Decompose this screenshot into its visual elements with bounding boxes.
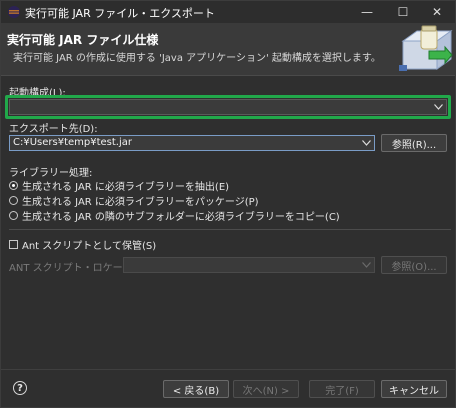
chevron-down-icon[interactable] xyxy=(432,100,444,114)
export-dest-value: C:¥Users¥temp¥test.jar xyxy=(13,137,133,148)
library-option-extract[interactable]: 生成される JAR に必須ライブラリーを抽出(E) xyxy=(9,178,230,193)
export-dest-combo[interactable]: C:¥Users¥temp¥test.jar xyxy=(9,135,375,151)
close-icon: ✕ xyxy=(431,5,443,19)
ant-script-row[interactable]: Ant スクリプトとして保管(S) xyxy=(9,237,157,252)
finish-button[interactable]: 完了(F) xyxy=(309,380,375,398)
radio-package[interactable] xyxy=(9,195,18,205)
radio-package-label: 生成される JAR に必須ライブラリーをパッケージ(P) xyxy=(22,196,259,208)
ant-script-checkbox[interactable] xyxy=(9,239,18,249)
header-divider xyxy=(1,75,455,76)
cancel-button[interactable]: キャンセル xyxy=(381,380,447,398)
title-bar[interactable]: 実行可能 JAR ファイル・エクスポート — ☐ ✕ xyxy=(1,1,455,23)
close-button[interactable]: ✕ xyxy=(419,1,455,23)
back-button[interactable]: < 戻る(B) xyxy=(163,380,229,398)
section-divider xyxy=(9,229,451,230)
browse-ant-button[interactable]: 参照(O)... xyxy=(381,256,447,274)
minimize-icon: — xyxy=(361,5,373,19)
wizard-header: 実行可能 JAR ファイル仕様 実行可能 JAR の作成に使用する 'Java … xyxy=(1,23,455,75)
eclipse-icon xyxy=(8,6,20,18)
page-title: 実行可能 JAR ファイル仕様 xyxy=(7,33,159,47)
launch-config-combo[interactable] xyxy=(9,99,447,115)
chevron-down-icon[interactable] xyxy=(360,258,372,272)
ant-script-checkbox-label: Ant スクリプトとして保管(S) xyxy=(22,240,157,252)
library-option-package[interactable]: 生成される JAR に必須ライブラリーをパッケージ(P) xyxy=(9,193,259,208)
radio-extract[interactable] xyxy=(9,180,18,190)
chevron-down-icon[interactable] xyxy=(360,136,372,150)
library-option-copy[interactable]: 生成される JAR の隣のサブフォルダーに必須ライブラリーをコピー(C) xyxy=(9,208,340,223)
jar-export-icon xyxy=(397,25,453,73)
next-button[interactable]: 次へ(N) > xyxy=(233,380,299,398)
ant-location-combo[interactable] xyxy=(123,257,375,273)
minimize-button[interactable]: — xyxy=(349,1,385,23)
radio-copy-label: 生成される JAR の隣のサブフォルダーに必須ライブラリーをコピー(C) xyxy=(22,211,340,223)
page-description: 実行可能 JAR の作成に使用する 'Java アプリケーション' 起動構成を選… xyxy=(13,53,381,64)
browse-dest-button[interactable]: 参照(R)... xyxy=(381,134,447,152)
footer-divider xyxy=(1,369,455,370)
window-title: 実行可能 JAR ファイル・エクスポート xyxy=(25,7,215,20)
export-dest-label: エクスポート先(D): xyxy=(9,124,98,135)
help-icon[interactable]: ? xyxy=(13,381,27,395)
radio-extract-label: 生成される JAR に必須ライブラリーを抽出(E) xyxy=(22,181,230,193)
radio-copy[interactable] xyxy=(9,210,18,220)
maximize-button[interactable]: ☐ xyxy=(385,1,421,23)
export-dialog: 実行可能 JAR ファイル・エクスポート — ☐ ✕ 実行可能 JAR ファイル… xyxy=(0,0,456,408)
maximize-icon: ☐ xyxy=(397,5,409,19)
